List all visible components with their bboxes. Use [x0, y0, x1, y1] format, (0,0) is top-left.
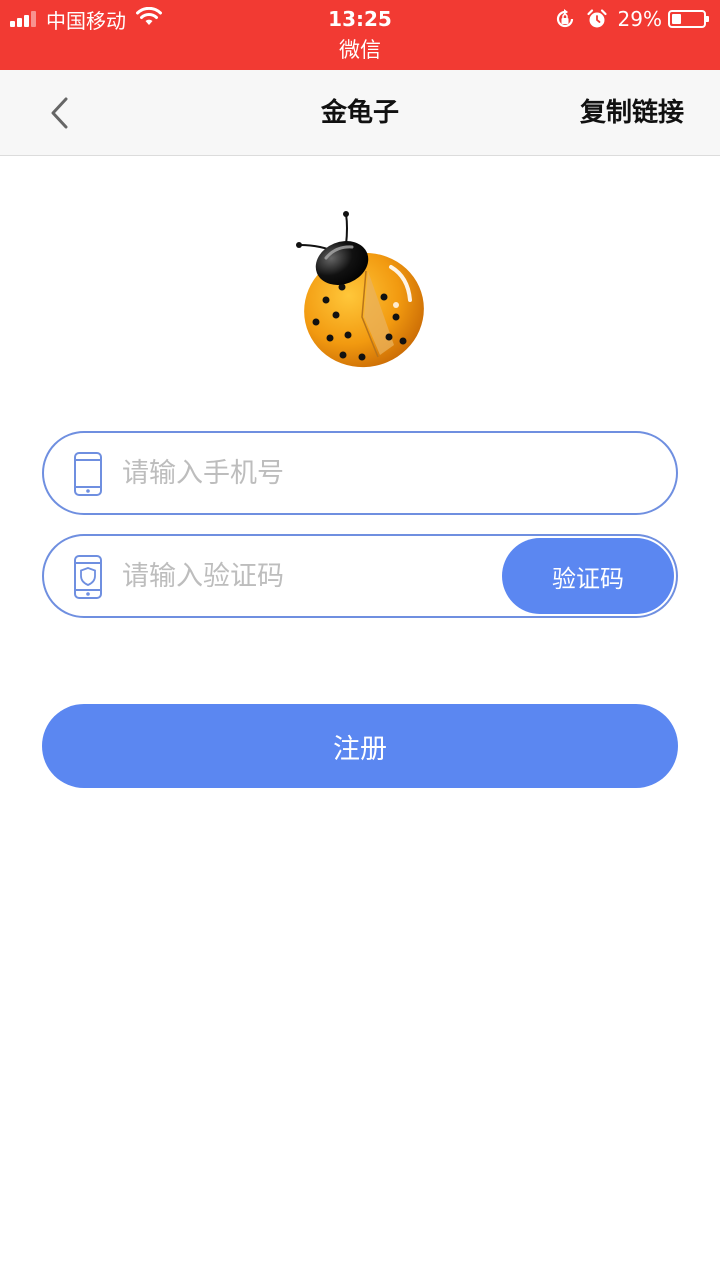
- phone-field: [42, 431, 678, 515]
- phone-shield-icon: [74, 555, 102, 599]
- nav-bar: 金龟子 复制链接: [0, 70, 720, 156]
- back-button[interactable]: [36, 89, 84, 137]
- chevron-left-icon: [51, 97, 68, 129]
- battery-fill: [672, 14, 681, 24]
- code-input[interactable]: [122, 552, 492, 600]
- status-right: 29%: [544, 4, 709, 34]
- orientation-lock-icon: [554, 8, 576, 30]
- get-code-button[interactable]: 验证码: [502, 538, 674, 614]
- copy-link-button[interactable]: 复制链接: [580, 70, 684, 156]
- alarm-icon: [586, 8, 608, 30]
- code-field: 验证码: [42, 534, 678, 618]
- status-app-label: 微信: [339, 38, 381, 62]
- register-button[interactable]: 注册: [42, 704, 678, 788]
- ladybug-logo: [286, 205, 436, 375]
- phone-icon: [74, 452, 102, 496]
- battery-icon: [668, 10, 709, 28]
- status-bar: 中国移动 13:25 微信 29%: [0, 0, 720, 70]
- page-title: 金龟子: [320, 98, 399, 128]
- phone-input[interactable]: [122, 449, 642, 497]
- battery-percentage: 29%: [617, 7, 662, 31]
